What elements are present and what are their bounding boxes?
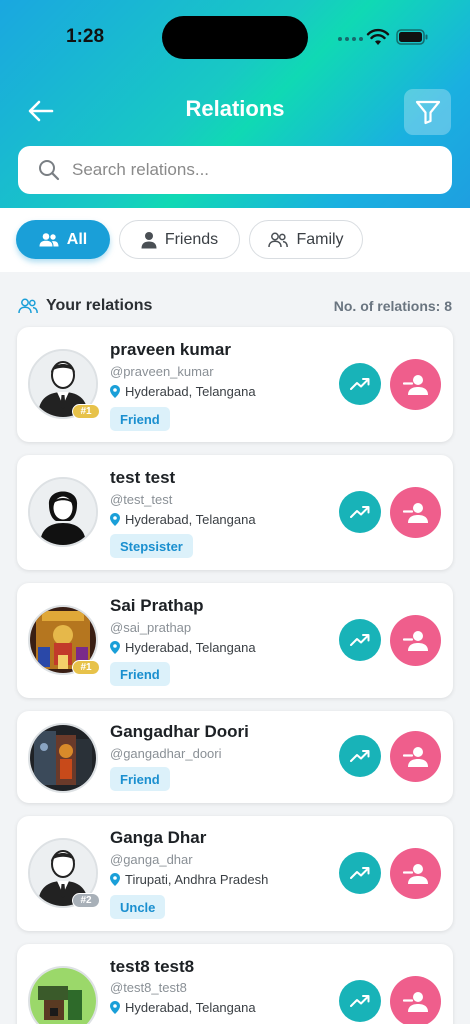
- trending-up-icon: [350, 506, 370, 518]
- trending-up-icon: [350, 750, 370, 762]
- user-minus-icon: [402, 502, 428, 523]
- relation-card[interactable]: Gangadhar Doori @gangadhar_doori Friend: [17, 711, 453, 803]
- battery-icon: [396, 29, 428, 45]
- user-icon: [141, 231, 157, 248]
- avatar: [28, 477, 98, 547]
- trend-button[interactable]: [339, 363, 381, 405]
- relation-card[interactable]: #1 praveen kumar @praveen_kumar Hyderaba…: [17, 327, 453, 442]
- location-text: Hyderabad, Telangana: [125, 512, 256, 527]
- section-header: Your relations No. of relations: 8: [18, 294, 452, 318]
- relation-card[interactable]: #1 Sai Prathap @sai_prathap Hyderabad, T…: [17, 583, 453, 698]
- location-pin-icon: [110, 1001, 120, 1014]
- search-input[interactable]: [72, 160, 412, 180]
- search-icon: [39, 160, 60, 181]
- wifi-icon: [366, 28, 390, 45]
- tab-family-label: Family: [296, 230, 344, 248]
- relation-location: Hyderabad, Telangana: [110, 640, 256, 655]
- trend-button[interactable]: [339, 735, 381, 777]
- location-text: Hyderabad, Telangana: [125, 640, 256, 655]
- location-pin-icon: [110, 385, 120, 398]
- location-text: Tirupati, Andhra Pradesh: [125, 872, 269, 887]
- status-time: 1:28: [66, 26, 105, 47]
- relation-handle: @praveen_kumar: [110, 364, 214, 379]
- avatar: [28, 723, 98, 793]
- remove-relation-button[interactable]: [390, 976, 441, 1024]
- relation-handle: @test_test: [110, 492, 173, 507]
- relation-name: Sai Prathap: [110, 596, 204, 615]
- rank-badge: #1: [72, 660, 100, 675]
- relation-handle: @ganga_dhar: [110, 852, 193, 867]
- trend-button[interactable]: [339, 980, 381, 1022]
- user-minus-icon: [402, 746, 428, 767]
- dynamic-island: [162, 16, 308, 59]
- relation-tag: Uncle: [110, 895, 166, 919]
- shrine-photo-icon: [30, 725, 96, 791]
- location-pin-icon: [110, 513, 120, 526]
- location-pin-icon: [110, 641, 120, 654]
- relation-location: Hyderabad, Telangana: [110, 384, 256, 399]
- users-outline-icon: [18, 298, 38, 314]
- relation-tag: Friend: [110, 407, 170, 431]
- relations-count: No. of relations: 8: [333, 298, 452, 314]
- users-icon: [39, 232, 59, 246]
- relation-location: Tirupati, Andhra Pradesh: [110, 872, 268, 887]
- relation-location: Hyderabad, Telangana: [110, 1000, 256, 1015]
- users-outline-icon: [268, 232, 289, 247]
- tab-all-label: All: [66, 230, 88, 248]
- header: 1:28 Relations: [0, 0, 470, 208]
- remove-relation-button[interactable]: [390, 615, 441, 666]
- relation-tag: Stepsister: [110, 534, 193, 558]
- page-title: Relations: [185, 96, 285, 121]
- relation-location: Hyderabad, Telangana: [110, 512, 256, 527]
- cellular-signal-icon: [338, 37, 363, 41]
- remove-relation-button[interactable]: [390, 848, 441, 899]
- relation-handle: @gangadhar_doori: [110, 746, 222, 761]
- location-text: Hyderabad, Telangana: [125, 384, 256, 399]
- rank-badge: #1: [72, 404, 100, 419]
- tab-friends-label: Friends: [164, 230, 219, 248]
- user-minus-icon: [402, 374, 428, 395]
- remove-relation-button[interactable]: [390, 359, 441, 410]
- filter-tabs: All Friends Family: [0, 208, 470, 272]
- relation-tag: Friend: [110, 767, 170, 791]
- relation-name: praveen kumar: [110, 340, 231, 359]
- tab-friends[interactable]: Friends: [119, 220, 240, 259]
- relation-name: test8 test8: [110, 957, 195, 976]
- pixel-photo-icon: [30, 968, 96, 1024]
- trending-up-icon: [350, 995, 370, 1007]
- relation-tag: Friend: [110, 662, 170, 686]
- trend-button[interactable]: [339, 852, 381, 894]
- trending-up-icon: [350, 634, 370, 646]
- section-title: Your relations: [46, 297, 153, 314]
- relation-card[interactable]: #2 Ganga Dhar @ganga_dhar Tirupati, Andh…: [17, 816, 453, 931]
- remove-relation-button[interactable]: [390, 487, 441, 538]
- trending-up-icon: [350, 867, 370, 879]
- relation-name: Gangadhar Doori: [110, 722, 249, 741]
- tab-family[interactable]: Family: [249, 220, 363, 259]
- user-minus-icon: [402, 991, 428, 1012]
- default-female-avatar-icon: [30, 479, 96, 545]
- relation-handle: @sai_prathap: [110, 620, 192, 635]
- filter-button[interactable]: [404, 89, 451, 135]
- relation-handle: @test8_test8: [110, 980, 187, 995]
- tab-all[interactable]: All: [16, 220, 110, 259]
- trend-button[interactable]: [339, 491, 381, 533]
- avatar: [28, 966, 98, 1024]
- filter-icon: [415, 100, 440, 125]
- location-pin-icon: [110, 873, 120, 886]
- relation-card[interactable]: test8 test8 @test8_test8 Hyderabad, Tela…: [17, 944, 453, 1024]
- user-minus-icon: [402, 630, 428, 651]
- rank-badge: #2: [72, 893, 100, 908]
- search-box: [18, 146, 452, 194]
- relation-card[interactable]: test test @test_test Hyderabad, Telangan…: [17, 455, 453, 570]
- trend-button[interactable]: [339, 619, 381, 661]
- relation-name: test test: [110, 468, 176, 487]
- user-minus-icon: [402, 863, 428, 884]
- trending-up-icon: [350, 378, 370, 390]
- location-text: Hyderabad, Telangana: [125, 1000, 256, 1015]
- remove-relation-button[interactable]: [390, 731, 441, 782]
- relation-name: Ganga Dhar: [110, 828, 207, 847]
